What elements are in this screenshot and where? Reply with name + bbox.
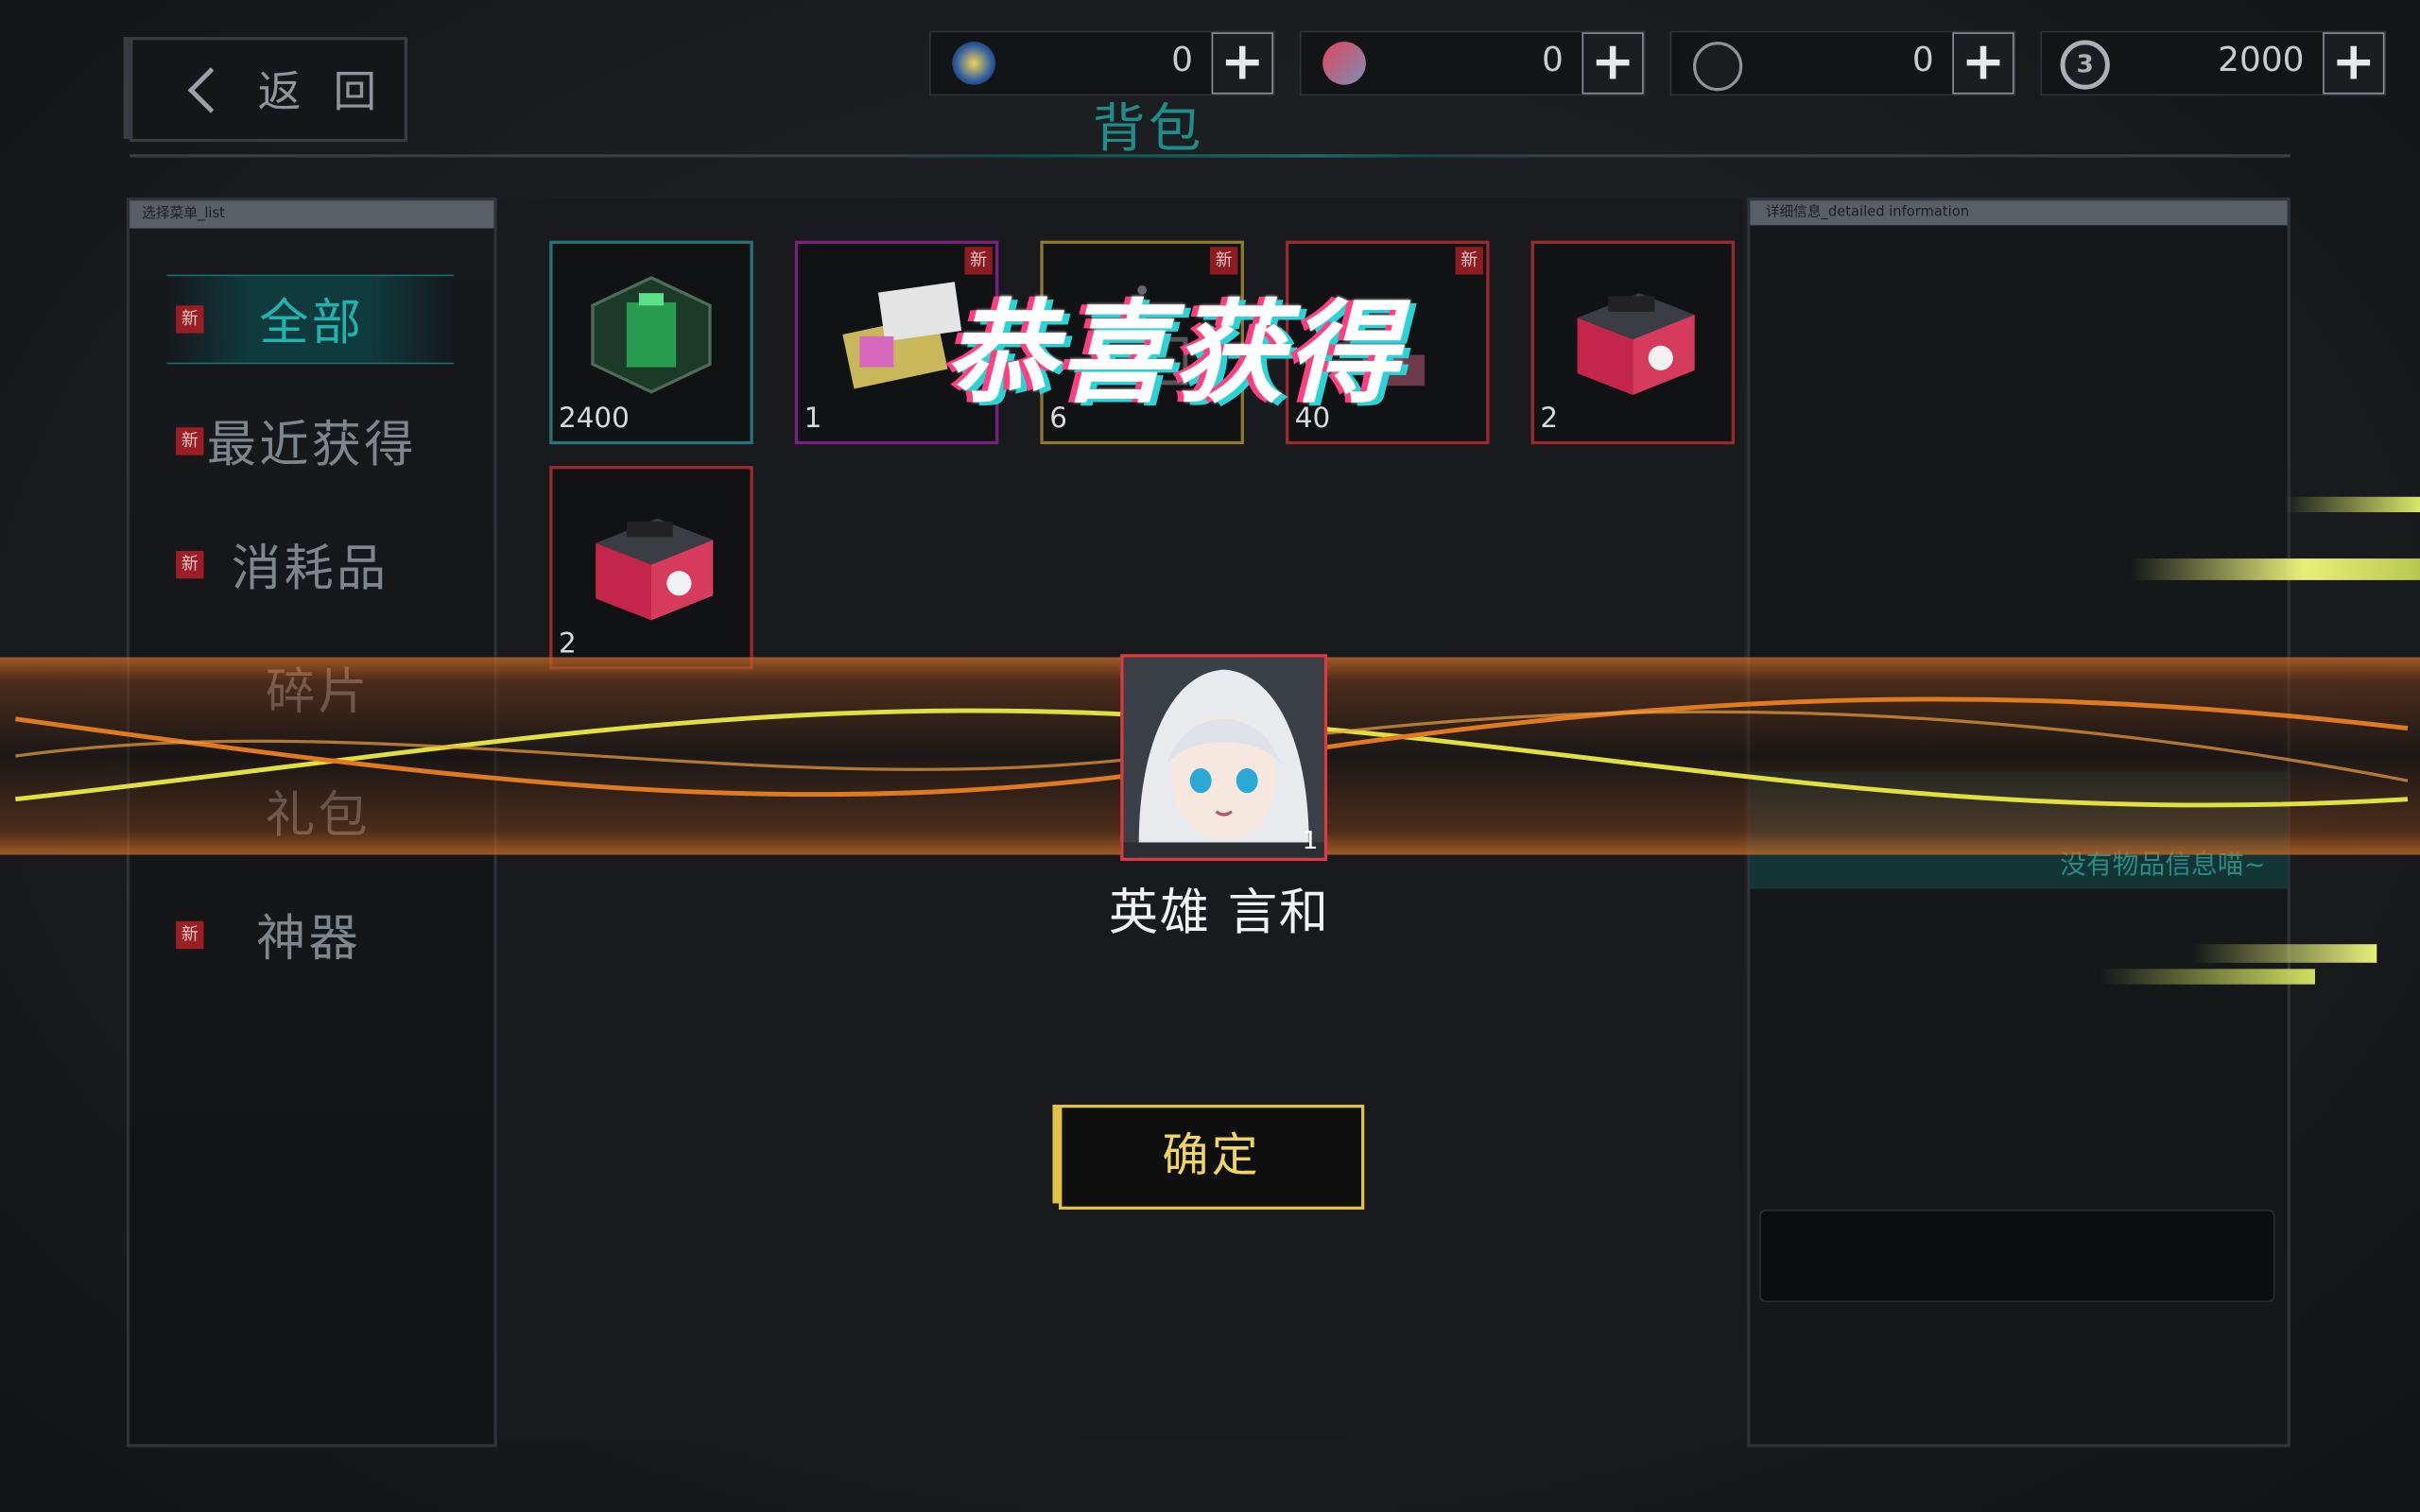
reward-card: 1 [1120, 654, 1328, 862]
back-button[interactable]: 返 回 [123, 37, 408, 143]
category-consumables[interactable]: 新 消耗品 [166, 522, 454, 608]
category-recent-label: 最近获得 [206, 415, 417, 474]
currency-crystal-value: 0 [1542, 42, 1564, 80]
add-shard-button[interactable]: + [1952, 32, 2014, 94]
category-artifacts-label: 神器 [256, 908, 362, 968]
category-artifacts[interactable]: 新 神器 [166, 892, 454, 978]
category-recent[interactable]: 新 最近获得 [166, 398, 454, 484]
page-title: 背包 [1092, 98, 1204, 161]
new-badge: 新 [176, 305, 204, 334]
crate-icon [1577, 293, 1695, 395]
game-screen: 返 回 0 + 0 + 0 + 3 2000 + 背包 选择菜单_list 新 … [0, 0, 2420, 1512]
crystal-icon [1322, 42, 1366, 85]
detail-panel-header: 详细信息_detailed information [1750, 200, 2288, 226]
hero-portrait-icon [1123, 657, 1324, 858]
add-coin-button[interactable]: + [2323, 32, 2385, 94]
inventory-item[interactable]: 2 [549, 466, 753, 670]
congrats-title: 恭喜获得 [944, 288, 1402, 419]
new-badge: 新 [1455, 247, 1483, 275]
new-badge: 新 [176, 550, 204, 579]
reward-count: 1 [1302, 825, 1319, 855]
confirm-button[interactable]: 确定 [1052, 1104, 1365, 1210]
header-divider [130, 154, 2290, 158]
item-count: 2 [559, 627, 577, 661]
glitch-effect [2130, 558, 2420, 580]
currency-shard: 0 + [1669, 30, 2016, 96]
inventory-item[interactable]: 2400 [549, 240, 753, 445]
add-crystal-button[interactable]: + [1582, 32, 1644, 94]
shard-icon [1693, 42, 1743, 92]
new-badge: 新 [176, 427, 204, 455]
category-all-label: 全部 [259, 293, 365, 352]
reward-name: 英雄 言和 [1108, 882, 1330, 941]
detail-action-box [1759, 1209, 2275, 1302]
glitch-effect [2099, 969, 2315, 985]
item-count: 2 [1540, 403, 1559, 436]
chevron-left-icon [187, 66, 234, 112]
gem-icon [952, 42, 996, 85]
glitch-effect [2191, 944, 2377, 963]
category-all[interactable]: 新 全部 [166, 274, 454, 365]
inventory-item[interactable]: 2 [1530, 240, 1736, 445]
glitch-effect [2284, 496, 2420, 513]
currency-coin: 3 2000 + [2040, 30, 2387, 96]
item-count: 2400 [559, 403, 630, 436]
new-badge: 新 [176, 920, 204, 950]
currency-gem-value: 0 [1171, 42, 1194, 80]
currency-coin-value: 2000 [2218, 42, 2305, 80]
currency-crystal: 0 + [1299, 30, 1646, 96]
category-consumables-label: 消耗品 [231, 538, 389, 597]
category-panel-header: 选择菜单_list [130, 200, 494, 229]
back-label: 返 回 [257, 66, 387, 118]
green-core-icon [591, 276, 712, 394]
coin-icon: 3 [2060, 40, 2110, 90]
crate-icon [596, 518, 714, 621]
item-count: 1 [804, 403, 822, 436]
add-gem-button[interactable]: + [1211, 32, 1273, 94]
currency-shard-value: 0 [1911, 42, 1934, 80]
confirm-label: 确定 [1162, 1129, 1261, 1184]
